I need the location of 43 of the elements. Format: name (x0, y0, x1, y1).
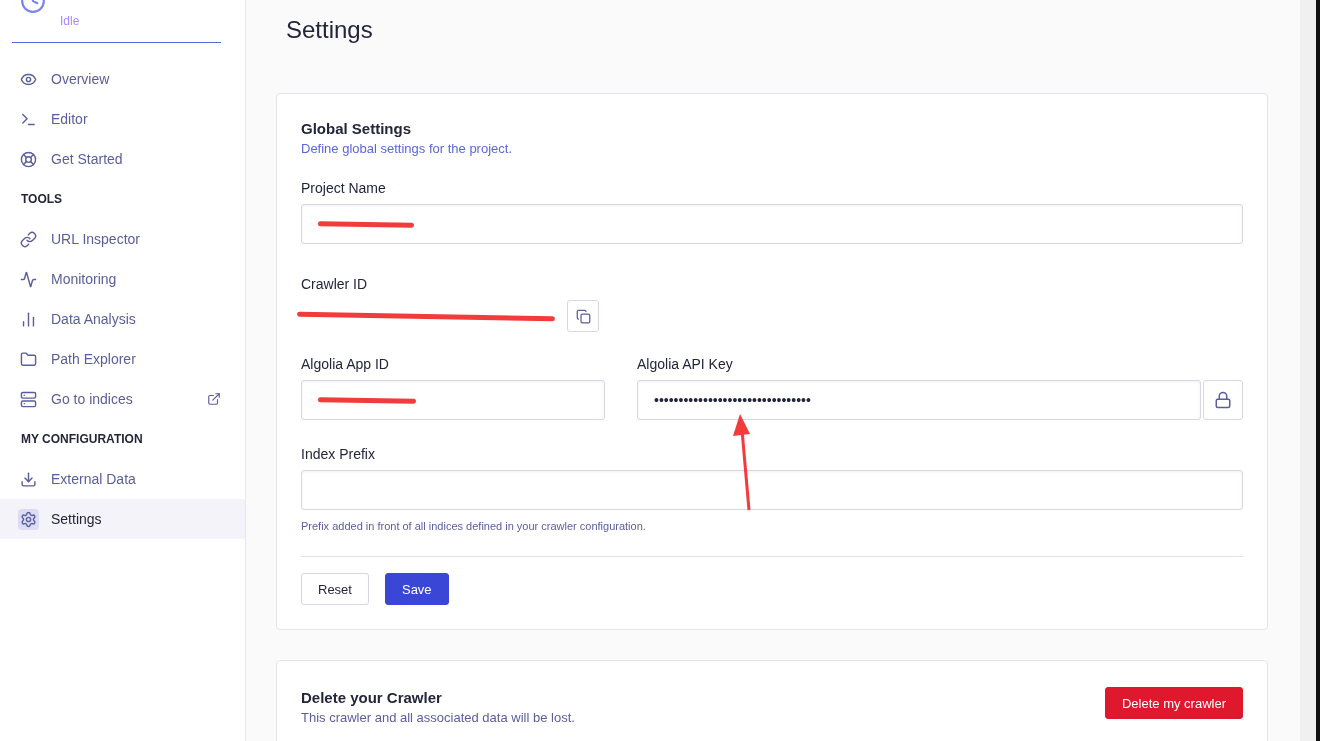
sidebar-item[interactable]: Settings (0, 499, 245, 539)
sidebar-item[interactable]: Path Explorer (0, 339, 245, 379)
link-icon (20, 230, 37, 248)
input-field[interactable] (301, 380, 605, 420)
copy-icon (575, 308, 591, 324)
sidebar-item[interactable]: External Data (0, 459, 245, 499)
delete-button[interactable]: Delete my crawler (1104, 687, 1243, 719)
save-button[interactable]: Save (384, 573, 449, 605)
server-icon (20, 390, 37, 408)
section-heading: MY CONFIGURATION (20, 431, 144, 448)
lifebuoy-icon (20, 150, 37, 168)
lock-icon (1214, 391, 1232, 409)
crawler-status: Idle (60, 14, 80, 28)
password-field[interactable]: •••••••••••••••••••••••••••••••• (637, 380, 1201, 420)
reset-button[interactable]: Reset (301, 573, 369, 605)
field-label: Crawler ID (301, 276, 369, 292)
field-label: Index Prefix (301, 446, 376, 462)
card-subtitle: This crawler and all associated data will be lost. (301, 710, 575, 725)
lock-button[interactable] (1203, 380, 1243, 420)
sidebar-item[interactable]: URL Inspector (0, 219, 245, 259)
section-heading: TOOLS (20, 191, 64, 208)
field-label: Algolia App ID (301, 356, 390, 372)
sidebar-item[interactable]: Data Analysis (0, 299, 245, 339)
sidebar-item[interactable]: Overview (0, 59, 245, 99)
card-subtitle: Define global settings for the project. (301, 141, 513, 156)
help-text: Prefix added in front of all indices defined in your crawler configuration. (301, 520, 647, 532)
copy-button[interactable] (567, 300, 599, 332)
bar-chart-icon (20, 310, 37, 328)
page-title: Settings (286, 16, 374, 45)
download-icon (20, 470, 37, 488)
card-title: Delete your Crawler (301, 689, 443, 706)
sidebar-item[interactable]: Monitoring (0, 259, 245, 299)
field-label: Project Name (301, 180, 387, 196)
pulse-icon (20, 270, 37, 288)
folder-icon (20, 350, 37, 368)
sidebar-item[interactable]: Get Started (0, 139, 245, 179)
card-title: Global Settings (301, 120, 412, 137)
sidebar-item[interactable]: Go to indices (0, 379, 245, 419)
sidebar-item[interactable]: Editor (0, 99, 245, 139)
input-field[interactable] (301, 470, 1243, 510)
field-label: Algolia API Key (637, 356, 734, 372)
settings-icon (20, 510, 37, 528)
input-field[interactable] (301, 204, 1243, 244)
